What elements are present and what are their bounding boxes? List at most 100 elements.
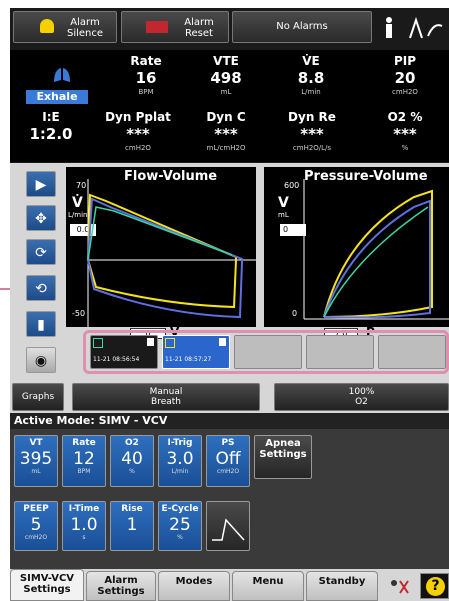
- setting-unit: cmH2O: [24, 534, 48, 541]
- setting-label: VT: [29, 438, 43, 448]
- apnea-label-2: Settings: [259, 449, 307, 460]
- alarm-reset-button[interactable]: Alarm Reset: [121, 11, 229, 43]
- tab-alarm-settings[interactable]: Alarm Settings: [86, 571, 156, 601]
- help-button[interactable]: ?: [420, 573, 449, 599]
- vital-label: Rate: [130, 54, 162, 68]
- snapshot-slot-empty[interactable]: [306, 335, 374, 369]
- flow-volume-curves: [87, 179, 256, 327]
- vital-label: I:E: [42, 110, 60, 124]
- patient-icon: [384, 17, 394, 39]
- vital-label: PIP: [393, 54, 417, 68]
- alarm-reset-label-1: Alarm: [184, 17, 214, 28]
- vital-value: 8.8: [297, 69, 325, 87]
- setting-rate[interactable]: Rate 12 BPM: [62, 435, 106, 487]
- tab-simv-vcv-settings[interactable]: SIMV-VCV Settings: [10, 569, 84, 601]
- settings-panel: VT 395 mL Rate 12 BPM O2 40 % I-Trig 3.0…: [10, 429, 449, 569]
- snapshot-timestamp: 11-21 08:56:54: [93, 356, 140, 363]
- tab-label-2: Settings: [97, 586, 145, 597]
- setting-vt[interactable]: VT 395 mL: [14, 435, 58, 487]
- bottom-tabs: SIMV-VCV Settings Alarm Settings Modes M…: [10, 569, 449, 601]
- setting-unit: %: [129, 468, 135, 475]
- tab-standby[interactable]: Standby: [306, 571, 378, 601]
- vital-value: ***: [126, 125, 150, 143]
- vital-label: V̇E: [302, 54, 320, 68]
- setting-unit: s: [82, 534, 86, 541]
- snapshot-slot-empty[interactable]: [378, 335, 446, 369]
- manual-breath-button[interactable]: Manual Breath: [72, 383, 260, 411]
- setting-unit: mL: [31, 468, 41, 475]
- vital-label: Dyn Re: [288, 110, 336, 124]
- snapshot-thumb[interactable]: 11-21 08:56:54: [90, 335, 158, 369]
- vital-value: 20: [394, 69, 416, 87]
- o2-boost-button[interactable]: 100% O2: [274, 383, 449, 411]
- setting-label: PEEP: [23, 504, 49, 514]
- graphs-button[interactable]: Graphs: [12, 383, 64, 411]
- vital-label: VTE: [213, 54, 239, 68]
- vital-o2: O2 % *** %: [370, 110, 440, 152]
- setting-o2[interactable]: O2 40 %: [110, 435, 154, 487]
- tab-label-1: SIMV-VCV: [19, 573, 75, 584]
- play-button[interactable]: ▶: [26, 171, 56, 197]
- setting-rise[interactable]: Rise 1: [110, 501, 154, 551]
- setting-label: Rise: [121, 504, 143, 514]
- setting-label: Rate: [72, 438, 96, 448]
- vital-unit: cmH2O: [392, 88, 418, 96]
- top-bar: Alarm Silence Alarm Reset No Alarms: [10, 8, 449, 48]
- apnea-settings-button[interactable]: Apnea Settings: [254, 435, 312, 479]
- scale-button[interactable]: ✥: [26, 205, 56, 231]
- bell-icon: [40, 19, 54, 33]
- graphs-label: Graphs: [21, 392, 55, 402]
- setting-peep[interactable]: PEEP 5 cmH2O: [14, 501, 58, 551]
- vital-unit: %: [401, 144, 409, 152]
- vital-dyn-pplat: Dyn Pplat *** cmH2O: [96, 110, 180, 152]
- tab-label: Modes: [175, 576, 213, 587]
- alarm-silence-label-1: Alarm: [70, 17, 100, 28]
- vital-rate: Rate 16 BPM: [112, 54, 180, 96]
- setting-unit: cmH2O: [216, 468, 240, 475]
- tab-menu[interactable]: Menu: [232, 571, 304, 601]
- setting-label: PS: [221, 438, 235, 448]
- delete-button[interactable]: ▮: [26, 311, 56, 337]
- breath-phase-badge: Exhale: [26, 90, 88, 104]
- vital-vte: VTE 498 mL: [192, 54, 260, 96]
- rotate-ccw-button[interactable]: ⟲: [26, 275, 56, 301]
- setting-i-trig[interactable]: I-Trig 3.0 L/min: [158, 435, 202, 487]
- tab-modes[interactable]: Modes: [158, 571, 230, 601]
- vital-unit: cmH2O: [125, 144, 151, 152]
- setting-value: Off: [215, 449, 241, 469]
- vital-dyn-c: Dyn C *** mL/cmH2O: [190, 110, 262, 152]
- setting-label: O2: [125, 438, 139, 448]
- snapshot-slot-empty[interactable]: [234, 335, 302, 369]
- alarm-reset-label-2: Reset: [185, 28, 213, 39]
- help-icon: ?: [426, 577, 445, 596]
- vital-unit: mL/cmH2O: [206, 144, 246, 152]
- setting-ps[interactable]: PS Off cmH2O: [206, 435, 250, 487]
- lung-icon: [52, 66, 72, 84]
- snapshot-thumb-selected[interactable]: 11-21 08:57:27: [162, 335, 230, 369]
- waveform-button[interactable]: [206, 501, 250, 551]
- tab-label: Menu: [252, 576, 284, 587]
- manual-breath-label-2: Breath: [151, 397, 181, 407]
- vital-unit: BPM: [138, 88, 154, 96]
- action-bar: Graphs Manual Breath 100% O2: [10, 381, 449, 413]
- setting-unit: %: [177, 534, 183, 541]
- vital-label: Dyn C: [206, 110, 246, 124]
- setting-value: 25: [169, 515, 191, 535]
- setting-value: 395: [19, 449, 53, 469]
- setting-value: 40: [121, 449, 143, 469]
- flow-volume-plot[interactable]: Flow-Volume V̇ L/min 70 -50 0.0: [66, 167, 256, 327]
- rotate-cw-button[interactable]: ⟳: [26, 239, 56, 265]
- pressure-volume-curves: [303, 179, 449, 320]
- setting-i-time[interactable]: I-Time 1.0 s: [62, 501, 106, 551]
- help-label: ?: [431, 578, 440, 594]
- setting-e-cycle[interactable]: E-Cycle 25 %: [158, 501, 202, 551]
- vital-unit: cmH2O/L/s: [292, 144, 332, 152]
- alarm-silence-button[interactable]: Alarm Silence: [13, 11, 117, 43]
- breath-phase-label: Exhale: [36, 90, 78, 103]
- vital-label: O2 %: [387, 110, 423, 124]
- alarm-status-display[interactable]: No Alarms: [232, 11, 372, 43]
- pressure-volume-plot[interactable]: Pressure-Volume V mL 600 0 0: [264, 167, 449, 327]
- camera-button[interactable]: ◉: [26, 347, 56, 373]
- setting-value: 5: [30, 515, 42, 535]
- o2-boost-label-2: O2: [355, 397, 368, 407]
